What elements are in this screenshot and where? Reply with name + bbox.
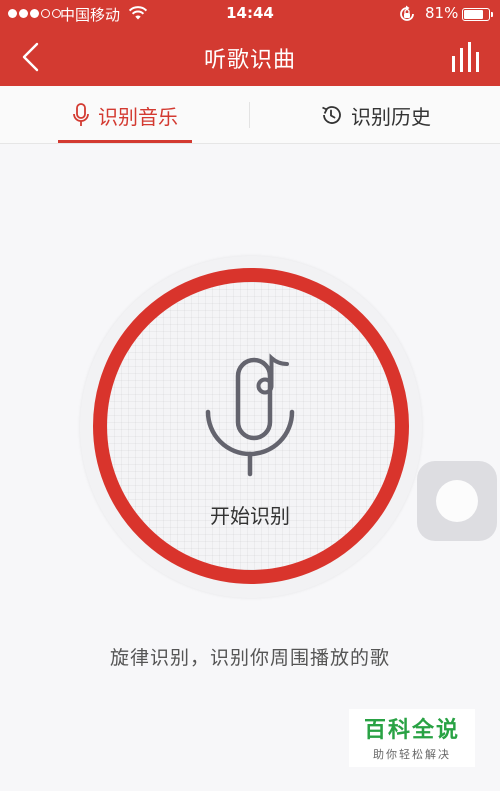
status-bar: 中国移动 14:44 81% — [0, 0, 500, 28]
battery-percent: 81% — [425, 4, 459, 22]
tab-bar: 识别音乐 识别历史 — [0, 86, 500, 144]
watermark-subtitle: 助你轻松解决 — [373, 748, 451, 761]
tab-label: 识别历史 — [351, 104, 431, 129]
page-title: 听歌识曲 — [203, 48, 296, 73]
tab-recognize-history[interactable]: 识别历史 — [250, 86, 500, 144]
active-tab-indicator — [58, 140, 192, 143]
start-recognition-label: 开始识别 — [210, 504, 290, 528]
rotation-lock-icon — [400, 5, 414, 21]
microphone-icon — [73, 103, 89, 126]
microphone-music-note-icon — [205, 353, 295, 477]
equalizer-bars-icon[interactable] — [448, 40, 488, 74]
tab-recognize-music[interactable]: 识别音乐 — [0, 86, 250, 144]
tab-label: 识别音乐 — [98, 104, 178, 129]
description-text: 旋律识别，识别你周围播放的歌 — [109, 647, 390, 669]
history-clock-icon — [322, 106, 341, 124]
watermark-logo: 百科全说 助你轻松解决 — [349, 709, 475, 767]
app-header: 中国移动 14:44 81% 听歌识曲 — [0, 0, 500, 86]
nav-bar: 听歌识曲 — [0, 28, 500, 86]
watermark-title: 百科全说 — [363, 718, 460, 743]
assistive-touch-button[interactable] — [417, 461, 497, 541]
battery-icon — [462, 8, 493, 21]
